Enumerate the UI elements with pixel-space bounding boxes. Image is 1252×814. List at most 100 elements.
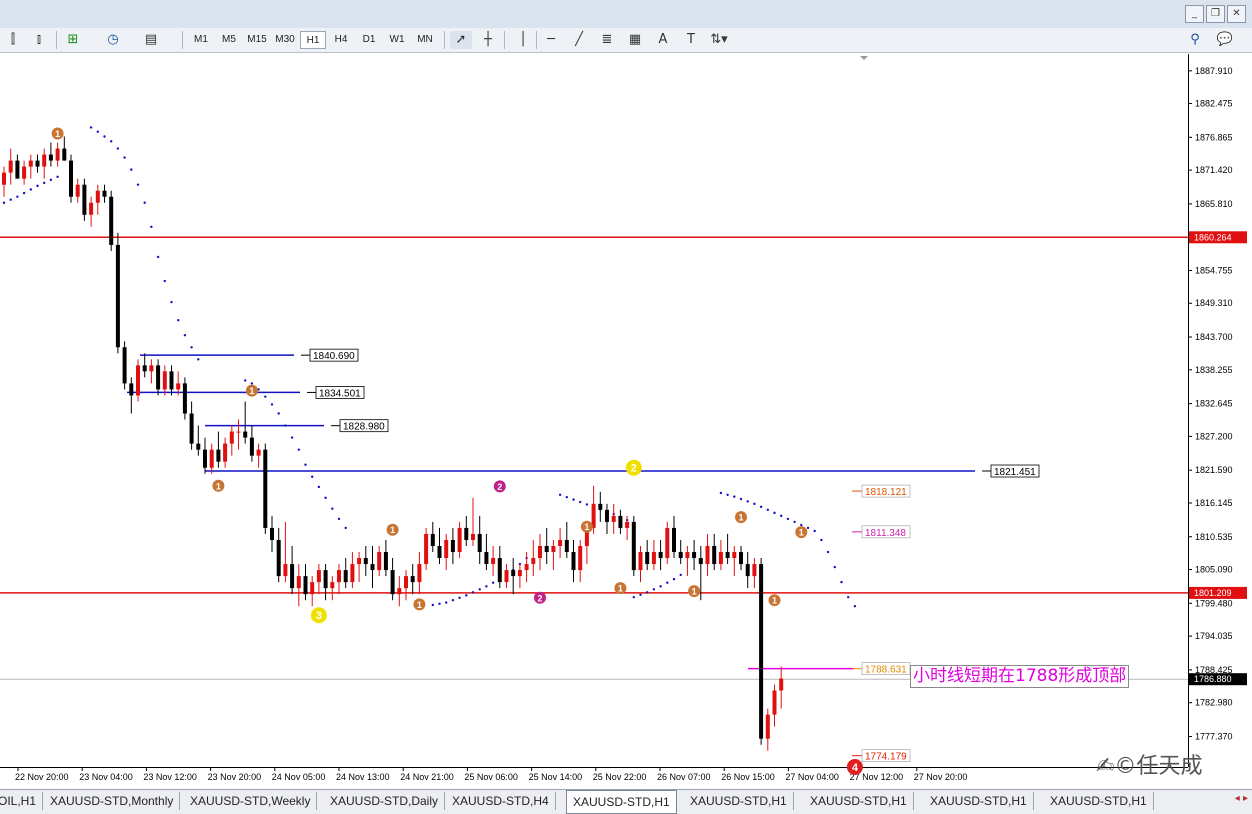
candle-body: [357, 558, 362, 565]
candle-body: [337, 570, 341, 583]
fibo-icon[interactable]: ≣: [596, 31, 618, 49]
x-tick-label: 23 Nov 04:00: [79, 772, 133, 782]
chart-tab[interactable]: XAUUSD-STD,H1: [1044, 792, 1154, 810]
wave-marker-label: 2: [537, 593, 542, 603]
y-tick-label: 1799.480: [1195, 598, 1233, 608]
candle-body: [725, 552, 730, 559]
y-tick-label: 1810.535: [1195, 532, 1233, 542]
psar-dot: [646, 591, 649, 594]
candle-body: [692, 552, 697, 559]
psar-dot: [672, 577, 676, 581]
toolbar-separator: [182, 31, 183, 49]
chart-tab[interactable]: XAUUSD-STD,H1: [924, 792, 1034, 810]
candle-body: [718, 552, 723, 565]
candle-body: [497, 558, 502, 583]
candle-body: [779, 678, 784, 691]
text-icon[interactable]: A: [652, 31, 674, 49]
chat-icon[interactable]: 💬: [1214, 31, 1236, 49]
psar-dot: [297, 448, 300, 451]
candle-body: [712, 545, 717, 565]
candle-body: [35, 160, 40, 167]
close-button[interactable]: ✕: [1227, 5, 1246, 23]
chart-tab[interactable]: XAUUSD-STD,Monthly: [44, 792, 181, 810]
restore-button[interactable]: ❐: [1206, 5, 1225, 23]
wave-marker-label: 2: [631, 463, 637, 475]
new-chart-icon[interactable]: ⊞: [62, 31, 84, 49]
horizontal-line-icon[interactable]: ─: [540, 31, 562, 49]
wave-marker-label: 1: [584, 522, 589, 532]
y-tick-label: 1871.420: [1195, 165, 1233, 175]
x-tick-label: 22 Nov 20:00: [15, 772, 69, 782]
timeframe-d1[interactable]: D1: [356, 31, 382, 49]
blue-level-label: 1821.451: [994, 467, 1036, 478]
psar-dot: [49, 178, 53, 182]
candle-body: [270, 527, 274, 540]
timeframe-m15[interactable]: M15: [244, 31, 270, 49]
candle-body: [283, 564, 288, 577]
cursor-icon[interactable]: ➚: [450, 31, 472, 49]
psar-dot: [773, 511, 776, 515]
wave-marker-label: 1: [799, 528, 804, 538]
x-tick-label: 23 Nov 12:00: [143, 772, 197, 782]
wave-marker-label: 1: [738, 513, 743, 523]
psar-dot: [89, 126, 93, 129]
psar-dot: [652, 588, 656, 591]
psar-dot: [813, 529, 816, 533]
timeframe-mn[interactable]: MN: [412, 31, 438, 49]
text-label-icon[interactable]: T: [680, 31, 702, 49]
clock-icon[interactable]: ◷: [102, 31, 124, 49]
timeframe-h1[interactable]: H1: [300, 31, 326, 49]
wave-marker-label: 4: [852, 762, 859, 774]
candle-body: [752, 564, 757, 577]
psar-dot: [806, 526, 810, 530]
timeframe-m1[interactable]: M1: [188, 31, 214, 49]
x-tick-label: 25 Nov 14:00: [529, 772, 583, 782]
tab-scroll-arrows[interactable]: ◂ ▸: [1235, 793, 1248, 804]
trendline-icon[interactable]: ╱: [568, 31, 590, 49]
candle-body: [739, 552, 743, 565]
psar-dot: [659, 585, 662, 588]
x-tick-label: 25 Nov 22:00: [593, 772, 647, 782]
psar-dot: [438, 602, 441, 606]
chart-tab[interactable]: XAUUSD-STD,Weekly: [184, 792, 318, 810]
candle-body: [156, 365, 161, 390]
search-icon[interactable]: ⚲: [1184, 31, 1206, 49]
timeframe-m30[interactable]: M30: [272, 31, 298, 49]
vertical-line-icon[interactable]: │: [512, 31, 534, 49]
candle-body: [605, 509, 609, 522]
chart-tab[interactable]: XAUUSD-STD,H1: [804, 792, 914, 810]
minimize-button[interactable]: _: [1185, 5, 1204, 23]
timeframe-w1[interactable]: W1: [384, 31, 410, 49]
chart-tab[interactable]: XAUUSD-STD,Daily: [324, 792, 446, 810]
psar-dot: [679, 573, 682, 577]
candle-body: [504, 570, 509, 583]
channel-icon[interactable]: ▦: [624, 31, 646, 49]
timeframe-h4[interactable]: H4: [328, 31, 354, 49]
x-tick-label: 24 Nov 21:00: [400, 772, 454, 782]
bar-chart-icon[interactable]: ⫿: [2, 31, 24, 49]
arrows-icon[interactable]: ⇅▾: [708, 31, 730, 49]
chart-tab[interactable]: XAUUSD-STD,H1: [566, 790, 677, 814]
chart-tab[interactable]: OIL,H1: [0, 792, 44, 810]
candle-body: [28, 160, 33, 167]
template-icon[interactable]: ▤: [140, 31, 162, 49]
candle-chart-icon[interactable]: ⫾: [28, 31, 50, 49]
chart-tab[interactable]: XAUUSD-STD,H4: [446, 792, 556, 810]
candle-body: [511, 570, 516, 577]
candle-body: [404, 576, 408, 589]
psar-dot: [16, 195, 19, 198]
candle-body: [22, 166, 27, 179]
candle-body: [658, 552, 663, 559]
candle-body: [538, 545, 542, 559]
timeframe-m5[interactable]: M5: [216, 31, 242, 49]
candle-body: [745, 564, 750, 577]
candle-body: [316, 570, 321, 583]
toolbar-separator: [536, 31, 537, 49]
candle-body: [2, 172, 6, 185]
chart-tab[interactable]: XAUUSD-STD,H1: [684, 792, 794, 810]
candle-body: [370, 564, 375, 571]
candle-body: [625, 521, 630, 528]
wave-marker-label: 1: [249, 386, 254, 396]
candle-body: [377, 552, 382, 571]
crosshair-icon[interactable]: ┼: [477, 31, 499, 49]
